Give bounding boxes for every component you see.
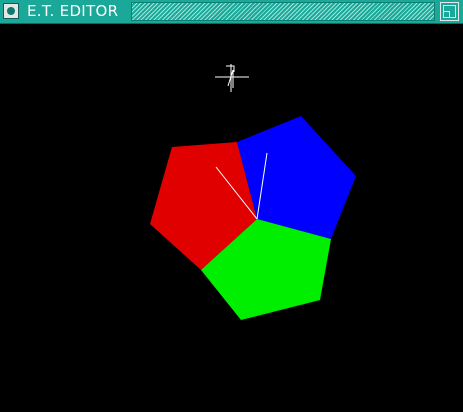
crosshair-cursor-icon (215, 64, 249, 92)
title-bar[interactable]: E.T. EDITOR (0, 0, 463, 24)
drawing-canvas[interactable] (0, 24, 463, 412)
window-title: E.T. EDITOR (27, 2, 119, 20)
close-dot (7, 7, 15, 15)
zoom-inner-square (443, 11, 450, 18)
title-drag-stripes[interactable] (131, 2, 435, 21)
close-box-icon[interactable] (3, 3, 19, 19)
et-editor-window: E.T. EDITOR (0, 0, 463, 412)
zoom-box-icon[interactable] (440, 2, 459, 21)
